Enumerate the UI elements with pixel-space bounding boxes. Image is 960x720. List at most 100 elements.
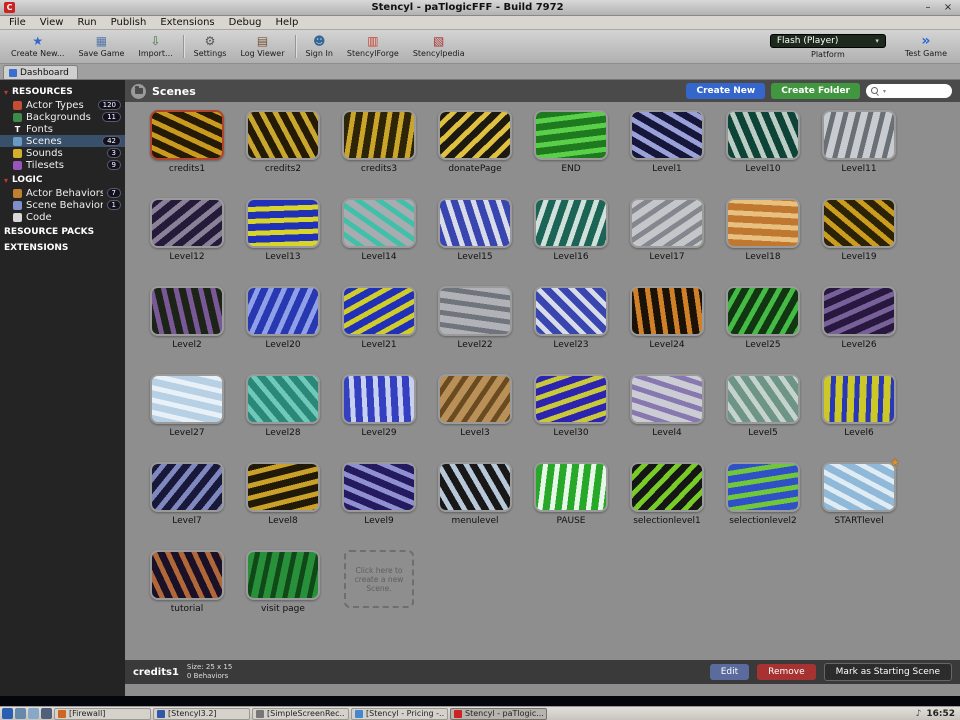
menu-debug[interactable]: Debug <box>222 16 269 29</box>
scene-item[interactable]: PAUSE <box>523 462 619 550</box>
create-scene-placeholder[interactable]: Click here to create a new Scene. <box>344 550 414 608</box>
scene-thumbnail[interactable] <box>822 286 896 336</box>
scene-thumbnail[interactable] <box>150 550 224 600</box>
sidebar-item-scene-behaviors[interactable]: Scene Behaviors 1 <box>0 199 125 211</box>
scene-item[interactable]: Level1 <box>619 110 715 198</box>
scene-thumbnail[interactable] <box>246 374 320 424</box>
sidebar-item-fonts[interactable]: T Fonts <box>0 123 125 135</box>
scene-item[interactable]: Level13 <box>235 198 331 286</box>
app-menu-icon[interactable] <box>2 708 13 719</box>
remove-button[interactable]: Remove <box>757 664 816 680</box>
edit-button[interactable]: Edit <box>709 664 750 680</box>
sidebar-item-code[interactable]: Code <box>0 211 125 223</box>
scene-item[interactable]: Level28 <box>235 374 331 462</box>
scene-thumbnail[interactable] <box>438 462 512 512</box>
taskbar-window-button[interactable]: [SimpleScreenRec... <box>252 707 349 720</box>
scene-thumbnail[interactable] <box>534 462 608 512</box>
scene-item[interactable]: Level21 <box>331 286 427 374</box>
create-scene-cell[interactable]: Click here to create a new Scene. <box>331 550 427 638</box>
taskbar-window-button[interactable]: [Firewall] <box>54 707 151 720</box>
scene-item[interactable]: Level9 <box>331 462 427 550</box>
scene-item[interactable]: Level23 <box>523 286 619 374</box>
scene-thumbnail[interactable] <box>246 198 320 248</box>
sidebar-section-extensions[interactable]: EXTENSIONS <box>0 239 125 255</box>
scene-thumbnail[interactable] <box>726 286 800 336</box>
scene-item[interactable]: Level2 <box>139 286 235 374</box>
taskbar-window-button[interactable]: Stencyl - paTlogic... <box>450 707 547 720</box>
scene-thumbnail[interactable] <box>150 198 224 248</box>
scene-thumbnail[interactable] <box>342 286 416 336</box>
scene-item[interactable]: selectionlevel1 <box>619 462 715 550</box>
scene-item[interactable]: Level24 <box>619 286 715 374</box>
scene-thumbnail[interactable] <box>246 550 320 600</box>
mark-starting-scene-button[interactable]: Mark as Starting Scene <box>823 663 952 681</box>
scene-thumbnail[interactable] <box>726 462 800 512</box>
scene-item[interactable]: ★ STARTlevel <box>811 456 907 550</box>
scene-thumbnail[interactable] <box>438 374 512 424</box>
scene-thumbnail[interactable] <box>150 286 224 336</box>
scene-item[interactable]: Level6 <box>811 374 907 462</box>
taskbar-window-button[interactable]: [Stencyl3.2] <box>153 707 250 720</box>
scene-thumbnail[interactable] <box>630 198 704 248</box>
sidebar-section-resources[interactable]: ▾ RESOURCES <box>0 83 125 99</box>
scene-thumbnail[interactable] <box>150 462 224 512</box>
scene-thumbnail[interactable] <box>726 110 800 160</box>
log-viewer-button[interactable]: ▤ Log Viewer <box>233 30 291 63</box>
menu-file[interactable]: File <box>2 16 33 29</box>
scene-thumbnail[interactable] <box>342 110 416 160</box>
scene-thumbnail[interactable] <box>150 374 224 424</box>
scene-thumbnail[interactable] <box>246 462 320 512</box>
scene-thumbnail[interactable] <box>822 374 896 424</box>
scene-thumbnail[interactable] <box>438 286 512 336</box>
file-manager-icon[interactable] <box>28 708 39 719</box>
settings-button[interactable]: ⚙ Settings <box>187 30 234 63</box>
scene-item[interactable]: visit page <box>235 550 331 638</box>
sidebar-item-tilesets[interactable]: Tilesets 9 <box>0 159 125 171</box>
scene-thumbnail[interactable] <box>438 198 512 248</box>
scene-item[interactable]: Level5 <box>715 374 811 462</box>
scene-item[interactable]: Level8 <box>235 462 331 550</box>
scene-thumbnail[interactable] <box>342 374 416 424</box>
sidebar-item-sounds[interactable]: Sounds 3 <box>0 147 125 159</box>
platform-select[interactable]: Flash (Player) ▾ <box>769 34 886 48</box>
show-desktop-icon[interactable] <box>15 708 26 719</box>
scene-item[interactable]: tutorial <box>139 550 235 638</box>
menu-run[interactable]: Run <box>70 16 103 29</box>
scene-item[interactable]: Level7 <box>139 462 235 550</box>
menu-extensions[interactable]: Extensions <box>153 16 221 29</box>
scene-thumbnail[interactable] <box>246 110 320 160</box>
scene-item[interactable]: Level16 <box>523 198 619 286</box>
menu-view[interactable]: View <box>33 16 71 29</box>
scene-item[interactable]: Level19 <box>811 198 907 286</box>
scene-item[interactable]: Level26 <box>811 286 907 374</box>
scene-thumbnail[interactable] <box>150 110 224 160</box>
scene-item[interactable]: Level14 <box>331 198 427 286</box>
save-game-button[interactable]: ▦ Save Game <box>71 30 131 63</box>
scene-item[interactable]: Level29 <box>331 374 427 462</box>
scene-thumbnail[interactable] <box>534 286 608 336</box>
scene-thumbnail[interactable] <box>726 198 800 248</box>
scene-thumbnail[interactable] <box>822 198 896 248</box>
scene-item[interactable]: Level27 <box>139 374 235 462</box>
close-button[interactable]: × <box>940 2 956 13</box>
scene-thumbnail[interactable] <box>342 462 416 512</box>
search-input[interactable] <box>889 86 947 96</box>
scene-thumbnail[interactable] <box>630 286 704 336</box>
scene-item[interactable]: Level22 <box>427 286 523 374</box>
scene-item[interactable]: END <box>523 110 619 198</box>
volume-icon[interactable]: ♪ <box>916 709 922 719</box>
scene-item[interactable]: credits3 <box>331 110 427 198</box>
create-folder-button[interactable]: Create Folder <box>771 83 860 99</box>
scene-thumbnail[interactable] <box>534 110 608 160</box>
scene-search[interactable]: ▾ <box>866 84 952 98</box>
workspace-switcher-icon[interactable] <box>41 708 52 719</box>
scene-item[interactable]: Level12 <box>139 198 235 286</box>
scene-thumbnail[interactable] <box>534 198 608 248</box>
scene-thumbnail[interactable] <box>822 110 896 160</box>
scene-thumbnail[interactable] <box>534 374 608 424</box>
scene-item[interactable]: menulevel <box>427 462 523 550</box>
scene-thumbnail[interactable] <box>630 374 704 424</box>
sidebar-section-resource-packs[interactable]: RESOURCE PACKS <box>0 223 125 239</box>
scene-thumbnail[interactable] <box>246 286 320 336</box>
scene-item[interactable]: Level10 <box>715 110 811 198</box>
